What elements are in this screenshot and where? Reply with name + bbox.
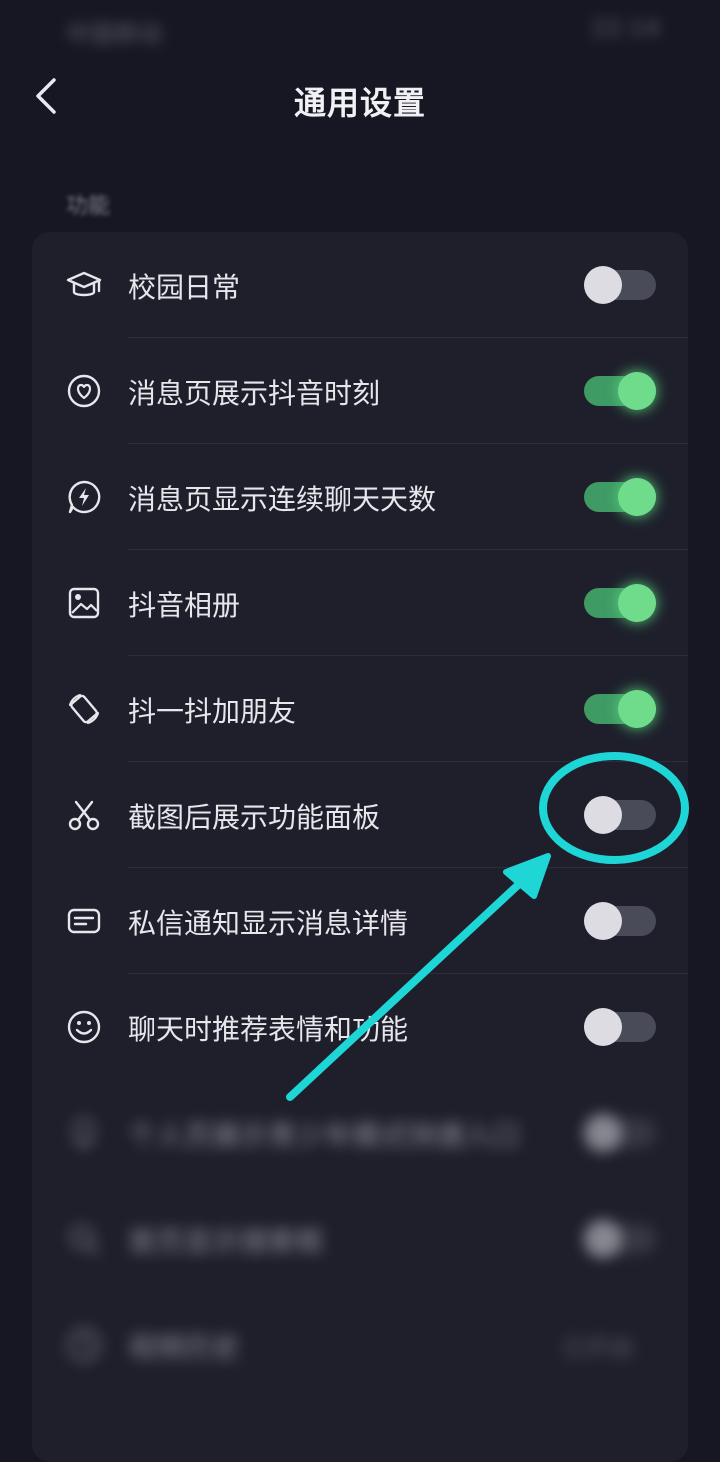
setting-label: 截图后展示功能面板 bbox=[128, 801, 381, 834]
carrier-text: 中国移动 bbox=[66, 20, 162, 48]
graduation-cap-icon bbox=[66, 271, 102, 297]
setting-row-douyin-album[interactable]: 抖音相册 bbox=[32, 550, 688, 656]
setting-label: 私信通知显示消息详情 bbox=[128, 907, 409, 940]
lightning-bubble-icon bbox=[68, 480, 101, 514]
setting-row-screenshot-panel[interactable]: 截图后展示功能面板 bbox=[32, 762, 688, 868]
toggle-switch[interactable] bbox=[584, 372, 656, 410]
setting-row-douyin-moments[interactable]: 消息页展示抖音时刻 bbox=[32, 338, 688, 444]
toggle-switch[interactable] bbox=[584, 1220, 656, 1258]
setting-label: 消息页展示抖音时刻 bbox=[128, 377, 381, 410]
setting-label: 个人页展示青少年模式快捷入口 bbox=[128, 1119, 521, 1152]
setting-label: 抖音相册 bbox=[128, 589, 241, 622]
toggle-switch[interactable] bbox=[584, 1008, 656, 1046]
shake-phone-icon bbox=[68, 693, 100, 725]
toggle-switch[interactable] bbox=[584, 478, 656, 516]
setting-label: 消息页显示连续聊天天数 bbox=[128, 483, 437, 516]
section-label: 功能 bbox=[66, 194, 111, 219]
toggle-switch[interactable] bbox=[584, 796, 656, 834]
setting-row-home-search[interactable]: 首页显示搜索框 bbox=[32, 1186, 688, 1292]
toggle-switch[interactable] bbox=[584, 690, 656, 728]
toggle-switch[interactable] bbox=[584, 266, 656, 304]
nav-bar: 通用设置 bbox=[0, 56, 720, 146]
setting-row-dm-details[interactable]: 私信通知显示消息详情 bbox=[32, 868, 688, 974]
image-icon bbox=[68, 587, 100, 619]
smile-icon bbox=[67, 1010, 101, 1044]
setting-label: 聊天时推荐表情和功能 bbox=[128, 1013, 409, 1046]
search-icon bbox=[70, 1225, 100, 1255]
setting-label: 校园日常 bbox=[128, 271, 241, 304]
setting-row-video-history[interactable]: 视频历史 已开启 bbox=[32, 1292, 688, 1398]
lightbulb-icon bbox=[73, 1118, 95, 1148]
setting-label: 首页显示搜索框 bbox=[128, 1225, 325, 1258]
status-bar: 中国移动 22:14 bbox=[0, 0, 720, 56]
toggle-switch[interactable] bbox=[584, 584, 656, 622]
toggle-switch[interactable] bbox=[584, 902, 656, 940]
message-card-icon bbox=[67, 908, 101, 934]
setting-row-teen-mode-entry[interactable]: 个人页展示青少年模式快捷入口 bbox=[32, 1080, 688, 1186]
toggle-switch[interactable] bbox=[584, 1114, 656, 1152]
setting-row-chat-suggestions[interactable]: 聊天时推荐表情和功能 bbox=[32, 974, 688, 1080]
heart-circle-icon bbox=[67, 374, 101, 408]
scissors-icon bbox=[68, 800, 100, 831]
setting-row-shake-friends[interactable]: 抖一抖加朋友 bbox=[32, 656, 688, 762]
setting-label: 视频历史 bbox=[128, 1331, 241, 1364]
clock-icon bbox=[67, 1328, 101, 1362]
page-title: 通用设置 bbox=[293, 84, 426, 122]
setting-row-chat-streak[interactable]: 消息页显示连续聊天天数 bbox=[32, 444, 688, 550]
setting-row-campus[interactable]: 校园日常 bbox=[32, 232, 688, 338]
clock-text: 22:14 bbox=[590, 14, 660, 42]
setting-label: 抖一抖加朋友 bbox=[128, 695, 297, 728]
setting-value: 已开启 bbox=[562, 1334, 634, 1362]
